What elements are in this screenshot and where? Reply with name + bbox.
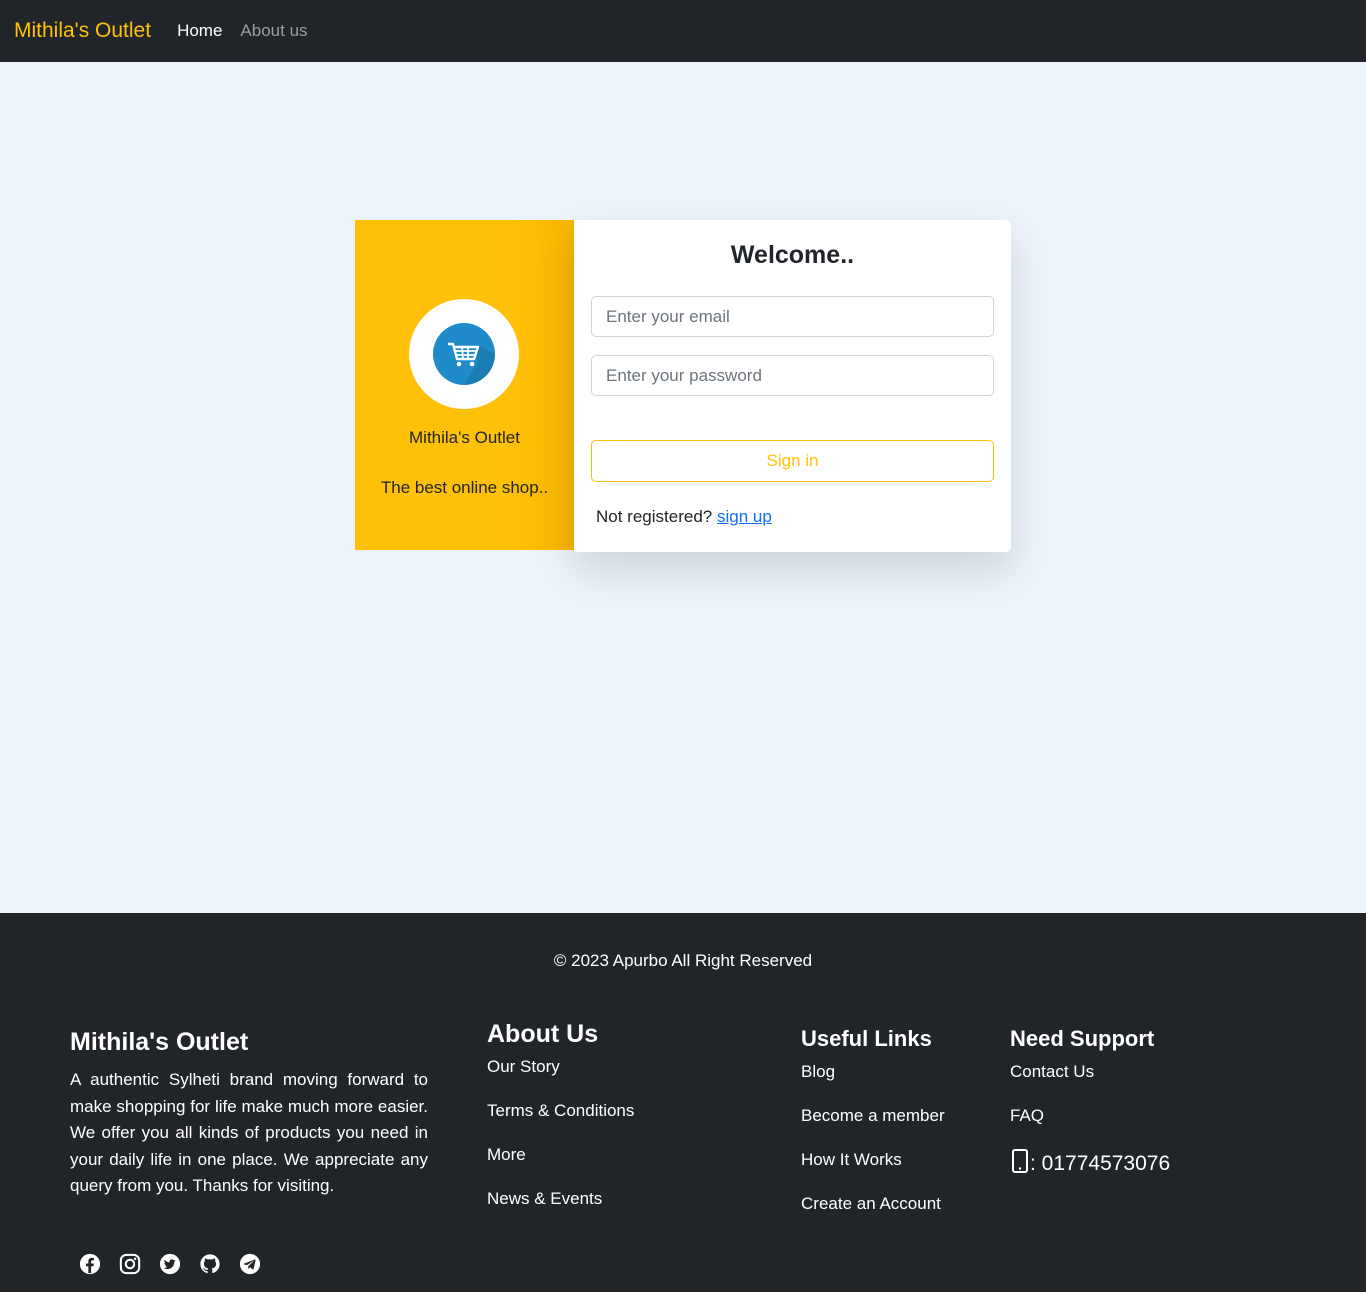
logo-circle xyxy=(409,299,519,409)
footer-brand-title: Mithila's Outlet xyxy=(70,1028,249,1056)
copyright-text: © 2023 Apurbo All Right Reserved xyxy=(553,951,813,970)
footer-about-title: About Us xyxy=(487,1020,599,1048)
footer-link-news-events[interactable]: News & Events xyxy=(487,1189,634,1212)
password-input[interactable] xyxy=(591,355,994,396)
footer-link-create-account[interactable]: Create an Account xyxy=(801,1194,945,1217)
shopping-cart-icon xyxy=(433,323,495,385)
footer-brand-section: Mithila's Outlet A authentic Sylheti bra… xyxy=(70,1028,428,1200)
instagram-icon[interactable] xyxy=(118,1252,141,1275)
footer-link-how-it-works[interactable]: How It Works xyxy=(801,1150,945,1173)
phone-icon xyxy=(1010,1148,1030,1180)
email-input[interactable] xyxy=(591,296,994,337)
welcome-heading: Welcome.. xyxy=(730,241,855,269)
telegram-icon[interactable] xyxy=(238,1252,261,1275)
footer-link-become-member[interactable]: Become a member xyxy=(801,1106,945,1129)
footer-link-our-story[interactable]: Our Story xyxy=(487,1057,634,1080)
sign-up-link[interactable]: sign up xyxy=(717,507,772,526)
support-phone: : 01774573076 xyxy=(1010,1148,1170,1180)
nav-link-home[interactable]: Home xyxy=(177,21,222,41)
footer-brand-description: A authentic Sylheti brand moving forward… xyxy=(70,1070,428,1195)
footer: © 2023 Apurbo All Right Reserved Mithila… xyxy=(0,913,1366,1292)
twitter-icon[interactable] xyxy=(158,1252,181,1275)
social-links xyxy=(78,1252,261,1275)
github-icon[interactable] xyxy=(198,1252,221,1275)
footer-useful-title: Useful Links xyxy=(801,1026,932,1051)
footer-about-section: About Us Our Story Terms & Conditions Mo… xyxy=(487,1020,634,1233)
footer-support-section: Need Support Contact Us FAQ : 0177457307… xyxy=(1010,1026,1170,1180)
footer-link-blog[interactable]: Blog xyxy=(801,1062,945,1085)
not-registered-text: Not registered? xyxy=(596,507,713,526)
panel-title: Mithila's Outlet xyxy=(409,428,520,447)
facebook-icon[interactable] xyxy=(78,1252,101,1275)
panel-subtitle: The best online shop.. xyxy=(380,478,549,497)
footer-link-faq[interactable]: FAQ xyxy=(1010,1106,1170,1129)
footer-support-title: Need Support xyxy=(1010,1026,1155,1051)
top-navbar: Mithila's Outlet Home About us xyxy=(0,0,1366,62)
sign-in-button[interactable]: Sign in xyxy=(591,440,994,482)
footer-useful-links-section: Useful Links Blog Become a member How It… xyxy=(801,1026,945,1238)
phone-number: : 01774573076 xyxy=(1030,1152,1171,1175)
login-card: Mithila's Outlet The best online shop.. … xyxy=(355,220,1011,552)
footer-link-contact-us[interactable]: Contact Us xyxy=(1010,1062,1170,1085)
brand-panel: Mithila's Outlet The best online shop.. xyxy=(355,220,574,550)
footer-link-more[interactable]: More xyxy=(487,1145,634,1168)
nav-link-about[interactable]: About us xyxy=(240,21,307,41)
navbar-brand[interactable]: Mithila's Outlet xyxy=(14,19,151,43)
login-form: Welcome.. Sign in Not registered? sign u… xyxy=(574,220,1011,552)
register-prompt: Not registered? sign up xyxy=(596,507,772,527)
main-content: Mithila's Outlet The best online shop.. … xyxy=(0,62,1366,913)
footer-link-terms[interactable]: Terms & Conditions xyxy=(487,1101,634,1124)
